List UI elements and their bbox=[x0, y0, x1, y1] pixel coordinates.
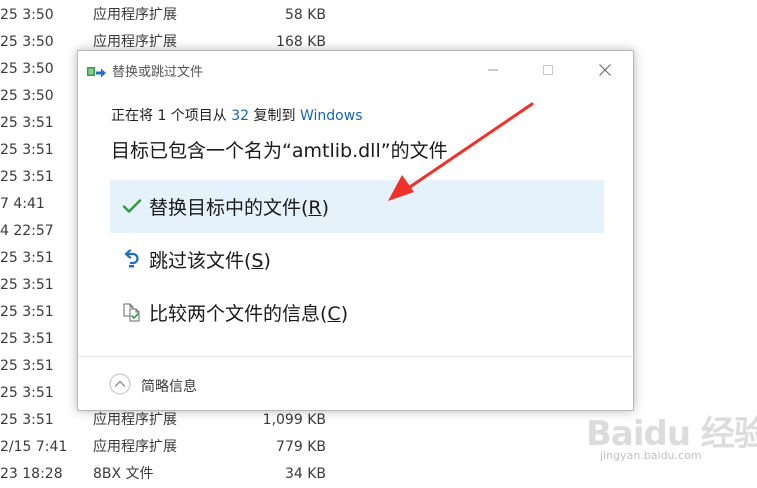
replace-file-label: 替换目标中的文件(R) bbox=[149, 197, 330, 219]
minimize-button[interactable] bbox=[478, 57, 508, 83]
title-bar: 替换或跳过文件 bbox=[78, 51, 633, 89]
copy-status-line: 正在将 1 个项目从 32 复制到 Windows bbox=[111, 105, 363, 125]
file-size: 34 KB bbox=[284, 466, 326, 482]
file-modified-date: 25 3:51 bbox=[0, 169, 54, 185]
file-modified-date: 25 3:51 bbox=[0, 250, 54, 266]
maximize-button[interactable] bbox=[533, 57, 563, 83]
skip-arrow-icon bbox=[122, 249, 142, 269]
file-row[interactable]: 25 3:50 应用程序扩展 58 KB bbox=[0, 2, 360, 29]
baidu-jingyan-watermark: Baidu 经验 jingyan.baidu.com bbox=[586, 404, 757, 472]
file-modified-date: 4 22:57 bbox=[0, 223, 54, 239]
file-modified-date: 25 3:51 bbox=[0, 358, 54, 374]
watermark-url: jingyan.baidu.com bbox=[600, 449, 702, 462]
file-size: 779 KB bbox=[276, 439, 326, 455]
destination-folder-link[interactable]: Windows bbox=[300, 108, 363, 124]
file-row[interactable]: 25 3:51 应用程序扩展 1,099 KB bbox=[0, 407, 360, 434]
red-annotation-arrow bbox=[388, 102, 534, 201]
skip-file-option[interactable]: 跳过该文件(S) bbox=[110, 233, 604, 286]
move-files-icon bbox=[87, 64, 107, 78]
file-type: 应用程序扩展 bbox=[93, 412, 177, 428]
file-type: 8BX 文件 bbox=[93, 466, 154, 482]
file-modified-date: 25 3:50 bbox=[0, 34, 54, 50]
file-modified-date: 25 3:50 bbox=[0, 88, 54, 104]
dialog-title: 替换或跳过文件 bbox=[112, 65, 204, 80]
footer-divider bbox=[78, 356, 633, 357]
file-row[interactable]: 23 18:28 8BX 文件 34 KB bbox=[0, 461, 360, 488]
details-toggle-label: 简略信息 bbox=[141, 379, 197, 395]
file-modified-date: 25 3:50 bbox=[0, 7, 54, 23]
compare-files-label: 比较两个文件的信息(C) bbox=[149, 303, 349, 325]
file-size: 58 KB bbox=[284, 7, 326, 23]
file-modified-date: 25 3:51 bbox=[0, 331, 54, 347]
file-modified-date: 23 18:28 bbox=[0, 466, 63, 482]
file-modified-date: 7 4:41 bbox=[0, 196, 45, 212]
details-toggle-button[interactable]: 简略信息 bbox=[109, 373, 219, 397]
replace-or-skip-dialog: 替换或跳过文件 正在将 1 个项目从 32 复制到 Windows 目标已包含一… bbox=[77, 50, 634, 411]
compare-files-option[interactable]: 比较两个文件的信息(C) bbox=[110, 286, 604, 339]
file-size: 1,099 KB bbox=[262, 412, 326, 428]
source-folder-link[interactable]: 32 bbox=[231, 108, 249, 124]
file-modified-date: 25 3:51 bbox=[0, 304, 54, 320]
file-modified-date: 25 3:51 bbox=[0, 277, 54, 293]
file-modified-date: 25 3:51 bbox=[0, 412, 54, 428]
file-modified-date: 25 3:51 bbox=[0, 142, 54, 158]
file-row[interactable]: 2/15 7:41 应用程序扩展 779 KB bbox=[0, 434, 360, 461]
file-modified-date: 25 3:51 bbox=[0, 385, 54, 401]
file-modified-date: 25 3:50 bbox=[0, 61, 54, 77]
file-type: 应用程序扩展 bbox=[93, 439, 177, 455]
copy-middle: 复制到 bbox=[249, 108, 300, 124]
file-modified-date: 2/15 7:41 bbox=[0, 439, 68, 455]
chevron-up-icon bbox=[109, 373, 131, 395]
close-button[interactable] bbox=[590, 57, 620, 83]
copy-prefix: 正在将 1 个项目从 bbox=[111, 108, 232, 124]
file-modified-date: 25 3:51 bbox=[0, 115, 54, 131]
compare-files-icon bbox=[122, 302, 142, 322]
skip-file-label: 跳过该文件(S) bbox=[149, 250, 271, 272]
watermark-title: Baidu 经验 bbox=[586, 414, 757, 454]
file-type: 应用程序扩展 bbox=[93, 7, 177, 23]
checkmark-icon bbox=[122, 196, 142, 216]
